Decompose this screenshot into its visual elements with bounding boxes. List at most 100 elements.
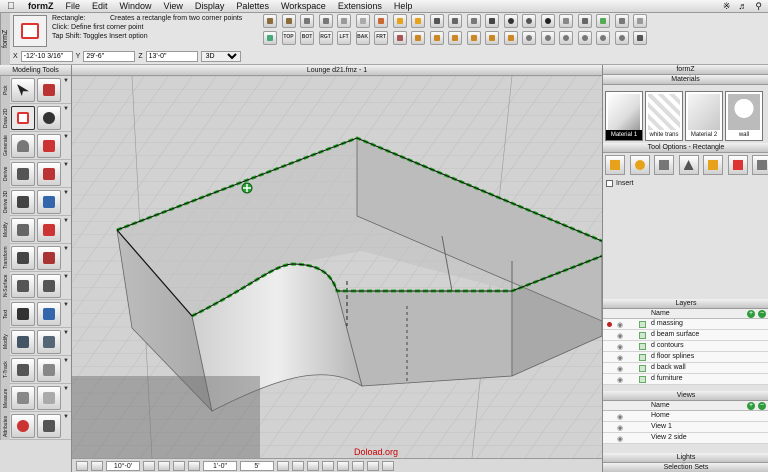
info-button[interactable] — [633, 14, 648, 28]
menu-view[interactable]: View — [158, 1, 189, 11]
option-rotate-button[interactable] — [752, 155, 768, 175]
y-coordinate-field[interactable] — [83, 51, 136, 62]
cut-button[interactable] — [300, 14, 315, 28]
group-expand-icon[interactable]: ▼ — [63, 386, 69, 392]
view-camera-icon[interactable]: ◉ — [617, 435, 623, 443]
insert-option[interactable]: Insert — [606, 180, 634, 187]
angle-snap-button[interactable] — [143, 460, 155, 471]
undo-button[interactable] — [263, 14, 277, 28]
walk-button[interactable] — [411, 31, 426, 45]
hidden-line-button[interactable] — [466, 14, 481, 28]
midpoint-snap-button[interactable] — [307, 460, 319, 471]
camera-button[interactable] — [614, 14, 629, 28]
shade-button[interactable] — [559, 14, 574, 28]
nurbs-tool[interactable] — [11, 274, 35, 298]
track-tool[interactable] — [11, 358, 35, 382]
group-expand-icon[interactable]: ▼ — [63, 274, 69, 280]
active-layer-icon[interactable] — [607, 322, 612, 327]
material-button[interactable] — [596, 14, 611, 28]
modeling-viewport[interactable]: Doload.org — [0, 75, 603, 459]
selection-sets-palette-title[interactable]: Selection Sets — [603, 463, 768, 472]
zoom-out-button[interactable] — [540, 31, 555, 45]
split-tool[interactable] — [37, 218, 61, 242]
group-button[interactable] — [392, 14, 407, 28]
group-expand-icon[interactable]: ▼ — [63, 190, 69, 196]
zoom-previous-button[interactable] — [596, 31, 611, 45]
group-expand-icon[interactable]: ▼ — [63, 162, 69, 168]
paint-bucket-tool[interactable] — [11, 414, 35, 438]
layer-color-icon[interactable] — [639, 321, 646, 328]
add-view-icon[interactable]: + — [747, 402, 755, 410]
mirror-button[interactable] — [382, 460, 394, 471]
zoom-window-button[interactable] — [559, 31, 574, 45]
snap-toggle-button[interactable] — [76, 460, 88, 471]
copy-tool[interactable] — [11, 330, 35, 354]
visibility-icon[interactable]: ◉ — [617, 376, 623, 384]
layer-row[interactable]: ◉ d beam surface — [603, 330, 768, 341]
wireframe-button[interactable] — [448, 14, 463, 28]
rectangle-tool[interactable] — [11, 106, 35, 130]
stairs-tool[interactable] — [11, 190, 35, 214]
render-button[interactable] — [503, 14, 518, 28]
visibility-icon[interactable]: ◉ — [617, 321, 623, 329]
history-button[interactable] — [188, 460, 200, 471]
rotate-view-button[interactable] — [503, 31, 518, 45]
visibility-icon[interactable]: ◉ — [617, 365, 623, 373]
perpendicular-snap-button[interactable] — [352, 460, 364, 471]
visibility-icon[interactable]: ◉ — [617, 332, 623, 340]
view-camera-icon[interactable]: ◉ — [617, 424, 623, 432]
extrude-tool[interactable] — [11, 162, 35, 186]
clear-button[interactable] — [355, 14, 370, 28]
layer-color-icon[interactable] — [639, 332, 646, 339]
option-rectangle-button[interactable] — [605, 155, 625, 175]
apple-menu-icon[interactable]:  — [0, 1, 22, 12]
menu-file[interactable]: File — [60, 1, 87, 11]
ortho-button[interactable] — [158, 460, 170, 471]
group-expand-icon[interactable]: ▼ — [63, 246, 69, 252]
deform-tool[interactable] — [37, 246, 61, 270]
view-row[interactable]: ◉ View 2 side — [603, 433, 768, 444]
view-history-button[interactable] — [633, 31, 648, 45]
layer-row[interactable]: ◉ d furniture — [603, 374, 768, 385]
half-sphere-button[interactable] — [540, 14, 555, 28]
grid-field[interactable]: 1'-0" — [203, 460, 237, 471]
menu-workspace[interactable]: Workspace — [275, 1, 332, 11]
material-swatch[interactable]: wall — [725, 91, 763, 141]
group-expand-icon[interactable]: ▼ — [63, 330, 69, 336]
volume-icon[interactable]: ♬ — [738, 1, 747, 12]
loft-tool[interactable] — [37, 162, 61, 186]
option-cone-button[interactable] — [678, 155, 699, 175]
redo-button[interactable] — [281, 14, 296, 28]
bluetooth-icon[interactable]: ※ — [723, 1, 731, 12]
view-camera-icon[interactable]: ◉ — [617, 413, 623, 421]
measure-tool[interactable] — [11, 386, 35, 410]
layer-row[interactable]: ◉ d floor splines — [603, 352, 768, 363]
mode-select[interactable]: 3D — [200, 51, 241, 62]
layer-row[interactable]: ◉ d massing — [603, 319, 768, 330]
ungroup-button[interactable] — [411, 14, 426, 28]
spline-tool[interactable] — [37, 106, 61, 130]
layer-row[interactable]: ◉ d contours — [603, 341, 768, 352]
visibility-icon[interactable]: ◉ — [617, 354, 623, 362]
snap-field[interactable]: 5' — [240, 460, 274, 471]
shaded-button[interactable] — [485, 14, 500, 28]
grid-toggle-button[interactable] — [91, 460, 103, 471]
group-expand-icon[interactable]: ▼ — [63, 302, 69, 308]
menu-window[interactable]: Window — [114, 1, 158, 11]
menu-palettes[interactable]: Palettes — [230, 1, 275, 11]
eyedropper-tool[interactable] — [37, 414, 61, 438]
angle-field[interactable]: 10°-0' — [106, 460, 140, 471]
view-bak-button[interactable]: BAK — [355, 31, 370, 45]
layer-color-icon[interactable] — [639, 354, 646, 361]
app-menu[interactable]: formZ — [22, 1, 60, 11]
view-row[interactable]: ◉ View 1 — [603, 422, 768, 433]
patch-tool[interactable] — [37, 274, 61, 298]
palette-tool[interactable] — [37, 358, 61, 382]
planar-button[interactable] — [173, 460, 185, 471]
view-top-button[interactable]: TOP — [281, 31, 296, 45]
view-bot-button[interactable]: BOT — [300, 31, 315, 45]
edit-button[interactable] — [577, 14, 592, 28]
view-lft-button[interactable]: LFT — [337, 31, 352, 45]
layer-color-icon[interactable] — [639, 376, 646, 383]
lights-palette-title[interactable]: Lights — [603, 453, 768, 463]
